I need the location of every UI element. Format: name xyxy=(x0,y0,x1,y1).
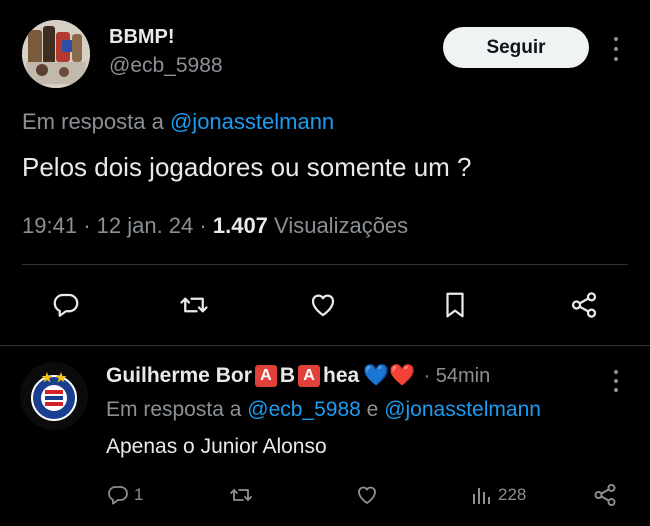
tweet-text: Pelos dois jogadores ou somente um ? xyxy=(22,152,472,182)
main-tweet: BBMP! @ecb_5988 Seguir Em resposta a @jo… xyxy=(0,0,650,346)
reply-text: Apenas o Junior Alonso xyxy=(106,435,327,458)
like-icon[interactable] xyxy=(354,480,380,510)
reply-author[interactable]: Guilherme Bor A B Ahea 💙❤️ · 54min xyxy=(106,364,490,388)
analytics-icon xyxy=(473,488,490,504)
reply-action[interactable]: 1 xyxy=(106,480,143,510)
more-options-icon[interactable] xyxy=(606,34,626,64)
mention-link[interactable]: @jonasstelmann xyxy=(384,398,541,421)
avatar[interactable] xyxy=(22,20,90,88)
more-options-icon[interactable] xyxy=(606,368,626,394)
tweet-date[interactable]: 12 jan. 24 xyxy=(97,213,194,238)
author-name[interactable]: BBMP! xyxy=(109,26,175,49)
reply-icon xyxy=(108,486,128,505)
views-label: Visualizações xyxy=(274,213,409,238)
retweet-icon[interactable] xyxy=(228,480,254,510)
mention-link[interactable]: @ecb_5988 xyxy=(247,398,361,421)
a-button-emoji: A xyxy=(298,365,321,388)
views-count: 1.407 xyxy=(212,213,268,238)
tweet-meta: 19:41 · 12 jan. 24 · 1.407 Visualizações xyxy=(22,213,409,238)
heart-emojis: 💙❤️ xyxy=(363,364,416,387)
bookmark-icon[interactable] xyxy=(435,285,475,325)
reply-time[interactable]: · 54min xyxy=(424,365,491,388)
retweet-icon[interactable] xyxy=(174,285,214,325)
a-button-emoji: A xyxy=(254,365,277,388)
reply-context: Em resposta a @jonasstelmann xyxy=(22,109,334,135)
mention-link[interactable]: @jonasstelmann xyxy=(170,109,334,134)
reply-author-name[interactable]: Guilherme Bor A B Ahea 💙❤️ xyxy=(106,364,416,388)
views-count: 228 xyxy=(498,485,527,504)
follow-button[interactable]: Seguir xyxy=(443,27,589,68)
avatar[interactable] xyxy=(20,362,88,430)
reply-prefix: Em resposta a xyxy=(22,109,164,134)
views-action[interactable]: 228 xyxy=(470,480,526,510)
reply-count: 1 xyxy=(134,485,144,504)
author-handle[interactable]: @ecb_5988 xyxy=(109,54,223,78)
reply-icon[interactable] xyxy=(46,285,86,325)
like-icon[interactable] xyxy=(303,285,343,325)
share-icon[interactable] xyxy=(564,285,604,325)
share-icon[interactable] xyxy=(592,480,618,510)
reply-tweet[interactable]: Guilherme Bor A B Ahea 💙❤️ · 54min Em respos… xyxy=(0,346,650,526)
tweet-time[interactable]: 19:41 xyxy=(22,213,77,238)
reply-context: Em resposta a @ecb_5988 e @jonasstelmann xyxy=(106,398,541,421)
divider xyxy=(22,264,628,265)
